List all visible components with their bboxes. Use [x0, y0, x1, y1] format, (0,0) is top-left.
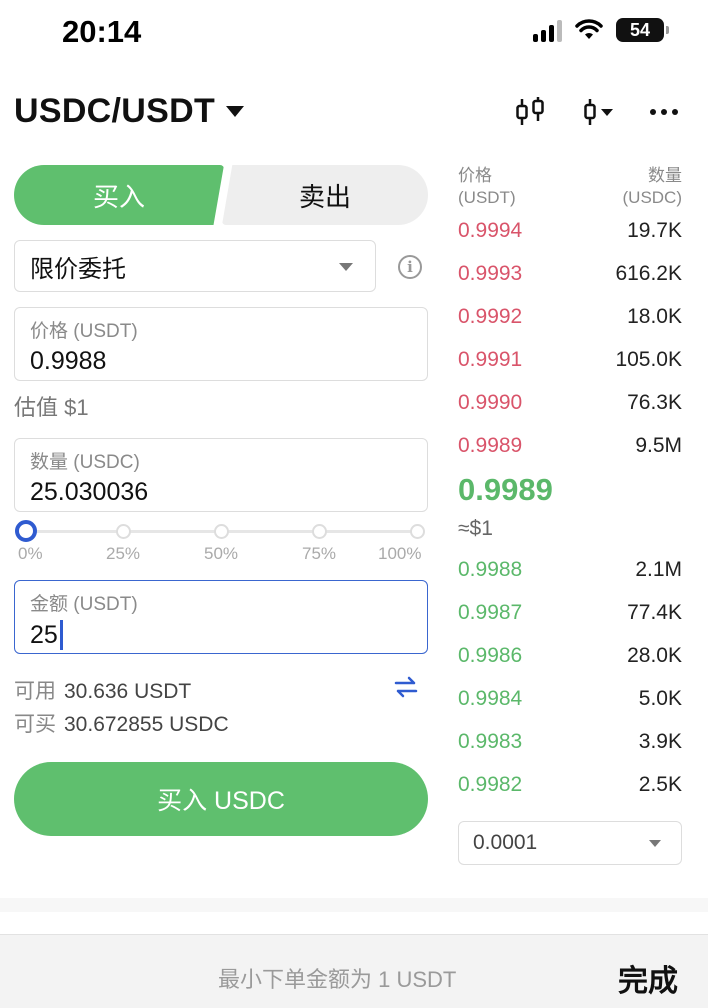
ask-row[interactable]: 0.9991 105.0K — [458, 345, 682, 375]
bid-qty: 28.0K — [627, 644, 682, 667]
slider-label-25: 25% — [106, 544, 141, 563]
price-input-value[interactable]: 0.9988 — [30, 347, 412, 376]
bid-row[interactable]: 0.9984 5.0K — [458, 684, 682, 714]
ask-row[interactable]: 0.9994 19.7K — [458, 216, 682, 246]
ask-price: 0.9993 — [458, 262, 523, 285]
status-icons: 54 — [533, 18, 669, 42]
slider-handle[interactable] — [15, 520, 37, 542]
price-header-unit: (USDT) — [458, 188, 516, 207]
ask-qty: 76.3K — [627, 391, 682, 414]
bid-price: 0.9986 — [458, 644, 523, 667]
battery-icon: 54 — [616, 18, 669, 42]
amount-input-value[interactable]: 25 — [30, 621, 58, 650]
bid-qty: 77.4K — [627, 601, 682, 624]
qty-header-label: 数量 — [648, 166, 682, 185]
slider-label-75: 75% — [302, 544, 337, 563]
more-options-icon[interactable] — [646, 92, 682, 132]
available-value: 30.636 USDT — [64, 680, 192, 703]
tab-sell[interactable]: 卖出 — [222, 165, 428, 225]
ask-price: 0.9992 — [458, 305, 523, 328]
slider-stop-50[interactable] — [214, 524, 229, 539]
last-price: 0.9989 — [458, 472, 553, 507]
swap-arrows-icon[interactable] — [393, 676, 419, 698]
buyable-amount: 可买 30.672855 USDC — [14, 708, 229, 738]
bid-qty: 3.9K — [638, 730, 682, 753]
bid-price: 0.9987 — [458, 601, 523, 624]
trading-pair-title[interactable]: USDC/USDT — [14, 92, 215, 131]
cellular-signal-icon — [533, 18, 562, 42]
price-estimate: 估值 $1 — [14, 395, 89, 420]
price-header-label: 价格 — [458, 166, 492, 185]
bid-row[interactable]: 0.9983 3.9K — [458, 727, 682, 757]
ask-price: 0.9994 — [458, 219, 523, 242]
bid-row[interactable]: 0.9986 28.0K — [458, 641, 682, 671]
bid-price: 0.9983 — [458, 730, 523, 753]
slider-label-100: 100% — [378, 544, 422, 563]
order-type-value: 限价委托 — [30, 255, 126, 283]
price-input[interactable]: 价格 (USDT) 0.9988 — [14, 307, 428, 381]
bid-row[interactable]: 0.9987 77.4K — [458, 598, 682, 628]
ask-price: 0.9989 — [458, 434, 523, 457]
amount-input-label: 金额 (USDT) — [30, 594, 138, 615]
bid-row[interactable]: 0.9982 2.5K — [458, 770, 682, 800]
info-icon[interactable]: i — [398, 255, 422, 279]
min-order-note: 最小下单金额为 1 USDT — [218, 967, 457, 992]
slider-label-0: 0% — [18, 544, 43, 563]
last-price-usd: ≈$1 — [458, 517, 493, 540]
bid-qty: 5.0K — [638, 687, 682, 710]
orderbook-qty-header: 数量 (USDC) — [623, 165, 683, 209]
ask-qty: 19.7K — [627, 219, 682, 242]
slider-stop-100[interactable] — [410, 524, 425, 539]
status-time: 20:14 — [62, 14, 142, 49]
amount-input[interactable]: 金额 (USDT) 25 — [14, 580, 428, 654]
done-button[interactable]: 完成 — [618, 956, 678, 1000]
ask-row[interactable]: 0.9992 18.0K — [458, 302, 682, 332]
ask-qty: 18.0K — [627, 305, 682, 328]
order-type-select[interactable]: 限价委托 — [14, 240, 376, 292]
bid-price: 0.9982 — [458, 773, 523, 796]
buy-sell-tabs: 买入 卖出 — [14, 165, 428, 225]
quantity-input[interactable]: 数量 (USDC) 25.030036 — [14, 438, 428, 512]
precision-select[interactable]: 0.0001 — [458, 821, 682, 865]
bid-price: 0.9984 — [458, 687, 523, 710]
bid-qty: 2.1M — [635, 558, 682, 581]
ask-qty: 616.2K — [615, 262, 682, 285]
ask-qty: 105.0K — [615, 348, 682, 371]
text-cursor — [59, 620, 63, 650]
chart-type-dropdown-icon[interactable] — [578, 92, 618, 132]
bid-qty: 2.5K — [638, 773, 682, 796]
wifi-icon — [575, 19, 603, 39]
slider-label-50: 50% — [204, 544, 239, 563]
slider-stop-75[interactable] — [312, 524, 327, 539]
orderbook-price-header: 价格 (USDT) — [458, 165, 516, 209]
buyable-value: 30.672855 USDC — [64, 713, 229, 736]
available-balance: 可用 30.636 USDT — [14, 675, 191, 705]
precision-value: 0.0001 — [473, 831, 538, 854]
bid-price: 0.9988 — [458, 558, 523, 581]
quantity-input-value[interactable]: 25.030036 — [30, 478, 412, 507]
quantity-input-label: 数量 (USDC) — [30, 452, 140, 473]
buyable-label: 可买 — [14, 713, 56, 736]
amount-input-row[interactable]: 25 — [30, 620, 412, 650]
ask-price: 0.9990 — [458, 391, 523, 414]
price-input-label: 价格 (USDT) — [30, 321, 138, 342]
slider-stop-25[interactable] — [116, 524, 131, 539]
candlestick-chart-icon[interactable] — [510, 92, 550, 132]
bid-row[interactable]: 0.9988 2.1M — [458, 555, 682, 585]
qty-header-unit: (USDC) — [622, 188, 683, 207]
ask-row[interactable]: 0.9993 616.2K — [458, 259, 682, 289]
ask-qty: 9.5M — [635, 434, 682, 457]
ask-row[interactable]: 0.9989 9.5M — [458, 431, 682, 461]
ask-price: 0.9991 — [458, 348, 523, 371]
ask-row[interactable]: 0.9990 76.3K — [458, 388, 682, 418]
available-label: 可用 — [14, 680, 56, 703]
chevron-down-icon — [339, 263, 353, 271]
section-divider — [0, 898, 708, 912]
tab-buy[interactable]: 买入 — [14, 165, 224, 225]
chevron-down-icon — [649, 840, 661, 847]
buy-usdc-button[interactable]: 买入 USDC — [14, 762, 428, 836]
pair-dropdown-caret-icon[interactable] — [226, 106, 244, 117]
